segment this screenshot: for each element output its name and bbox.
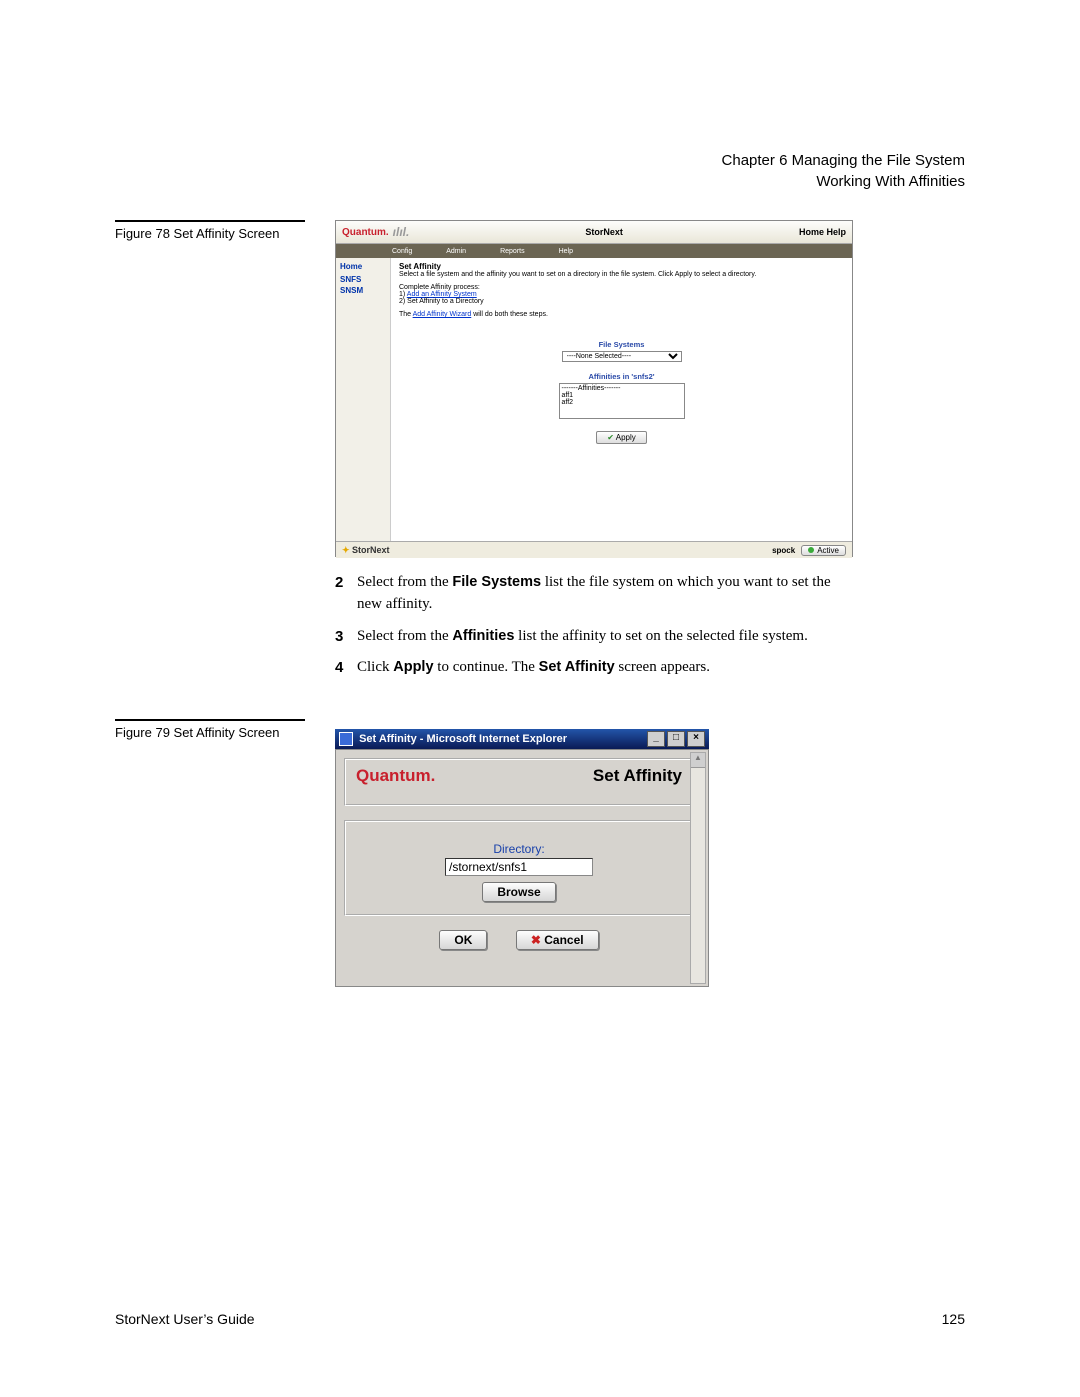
- app-topbar: Quantum. ılıl. StorNext Home Help: [336, 221, 852, 244]
- chapter-title: Chapter 6 Managing the File System: [722, 150, 965, 171]
- step-3: 3 Select from the Affinities list the af…: [335, 626, 851, 648]
- step-num: 4: [335, 657, 357, 679]
- panel-instructions: Select a file system and the affinity yo…: [399, 271, 844, 278]
- host-name: spock: [772, 546, 795, 555]
- process-step1: 1) Add an Affinity System: [399, 291, 844, 298]
- step-num: 2: [335, 572, 357, 616]
- filesystems-block: File Systems ----None Selected----: [542, 340, 702, 362]
- step-2: 2 Select from the File Systems list the …: [335, 572, 851, 616]
- figure78-caption: Figure 78 Set Affinity Screen: [115, 226, 305, 241]
- app-title: StorNext: [409, 227, 799, 237]
- sidebar-home[interactable]: Home: [340, 262, 386, 271]
- menu-admin[interactable]: Admin: [446, 248, 466, 255]
- step-4: 4 Click Apply to continue. The Set Affin…: [335, 657, 851, 679]
- menu-help[interactable]: Help: [559, 248, 573, 255]
- figure78-caption-block: Figure 78 Set Affinity Screen: [115, 220, 305, 241]
- step-text: Select from the Affinities list the affi…: [357, 626, 808, 648]
- brand-logo: Quantum.: [356, 766, 435, 786]
- affinities-listbox[interactable]: -------Affinities------- aff1 aff2: [559, 383, 685, 419]
- aff-item-2[interactable]: aff2: [562, 399, 682, 406]
- browse-button[interactable]: Browse: [482, 882, 555, 902]
- header-panel: Quantum. Set Affinity: [344, 758, 694, 806]
- aff-item-1[interactable]: aff1: [562, 392, 682, 399]
- status-right: spock Active: [772, 545, 846, 556]
- app-body: Home SNFS SNSM Set Affinity Select a fil…: [336, 258, 852, 541]
- dialog-body: ▲ Quantum. Set Affinity Directory: Brows…: [335, 749, 709, 987]
- wizard-link[interactable]: Add Affinity Wizard: [413, 311, 472, 318]
- filesystems-select[interactable]: ----None Selected----: [562, 351, 682, 362]
- footer-page-number: 125: [942, 1311, 965, 1327]
- dialog-button-row: OK Cancel: [344, 930, 694, 950]
- window-title: Set Affinity - Microsoft Internet Explor…: [339, 732, 567, 746]
- running-header: Chapter 6 Managing the File System Worki…: [722, 150, 965, 192]
- affinities-label: Affinities in 'snfs2': [542, 372, 702, 381]
- directory-panel: Directory: Browse: [344, 820, 694, 916]
- process-step2: 2) Set Affinity to a Directory: [399, 298, 844, 305]
- filesystems-label: File Systems: [542, 340, 702, 349]
- ok-button[interactable]: OK: [439, 930, 487, 950]
- rule: [115, 220, 305, 222]
- apply-button[interactable]: Apply: [596, 431, 647, 444]
- maximize-button[interactable]: □: [667, 731, 685, 747]
- main-menubar: Config Admin Reports Help: [336, 244, 852, 258]
- sidebar-snfs[interactable]: SNFS: [340, 275, 386, 284]
- directory-label: Directory:: [356, 842, 682, 856]
- home-help-links[interactable]: Home Help: [799, 227, 846, 237]
- minimize-button[interactable]: _: [647, 731, 665, 747]
- sidebar-snsm[interactable]: SNSM: [340, 286, 386, 295]
- section-title: Working With Affinities: [722, 171, 965, 192]
- scroll-up-icon[interactable]: ▲: [691, 753, 705, 768]
- footer-logo: ✦ StorNext: [342, 545, 390, 556]
- process-label: Complete Affinity process:: [399, 284, 844, 291]
- rule: [115, 719, 305, 721]
- step-list: 2 Select from the File Systems list the …: [335, 572, 851, 689]
- figure79-screenshot: Set Affinity - Microsoft Internet Explor…: [335, 729, 709, 987]
- menu-reports[interactable]: Reports: [500, 248, 525, 255]
- document-page: Chapter 6 Managing the File System Worki…: [0, 0, 1080, 1397]
- figure79-caption: Figure 79 Set Affinity Screen: [115, 725, 305, 740]
- step-text: Click Apply to continue. The Set Affinit…: [357, 657, 710, 679]
- footer-doc-title: StorNext User’s Guide: [115, 1311, 255, 1327]
- menu-config[interactable]: Config: [392, 248, 412, 255]
- main-panel: Set Affinity Select a file system and th…: [390, 258, 852, 541]
- brand-text: Quantum.: [342, 227, 389, 238]
- figure79-caption-block: Figure 79 Set Affinity Screen: [115, 719, 305, 740]
- status-pill: Active: [801, 545, 846, 556]
- wizard-note: The Add Affinity Wizard will do both the…: [399, 311, 844, 318]
- status-bar: ✦ StorNext spock Active: [336, 541, 852, 558]
- directory-input[interactable]: [445, 858, 593, 876]
- dialog-heading: Set Affinity: [593, 766, 682, 786]
- add-affinity-link[interactable]: Add an Affinity System: [407, 291, 477, 298]
- window-buttons: _ □ ×: [645, 731, 705, 747]
- window-titlebar: Set Affinity - Microsoft Internet Explor…: [335, 729, 709, 749]
- step-num: 3: [335, 626, 357, 648]
- panel-heading: Set Affinity: [399, 262, 844, 271]
- ie-icon: [339, 732, 353, 746]
- figure78-screenshot: Quantum. ılıl. StorNext Home Help Config…: [335, 220, 853, 557]
- scrollbar[interactable]: ▲: [690, 752, 706, 984]
- cancel-button[interactable]: Cancel: [516, 930, 599, 950]
- affinities-block: Affinities in 'snfs2' -------Affinities-…: [542, 372, 702, 419]
- status-text: Active: [817, 546, 839, 555]
- close-button[interactable]: ×: [687, 731, 705, 747]
- step-text: Select from the File Systems list the fi…: [357, 572, 851, 616]
- status-dot-icon: [808, 547, 814, 553]
- logo-graphic: ılıl.: [393, 225, 410, 239]
- brand-logo: Quantum. ılıl.: [342, 225, 409, 239]
- aff-head: -------Affinities-------: [562, 385, 682, 392]
- sidebar: Home SNFS SNSM: [336, 258, 390, 541]
